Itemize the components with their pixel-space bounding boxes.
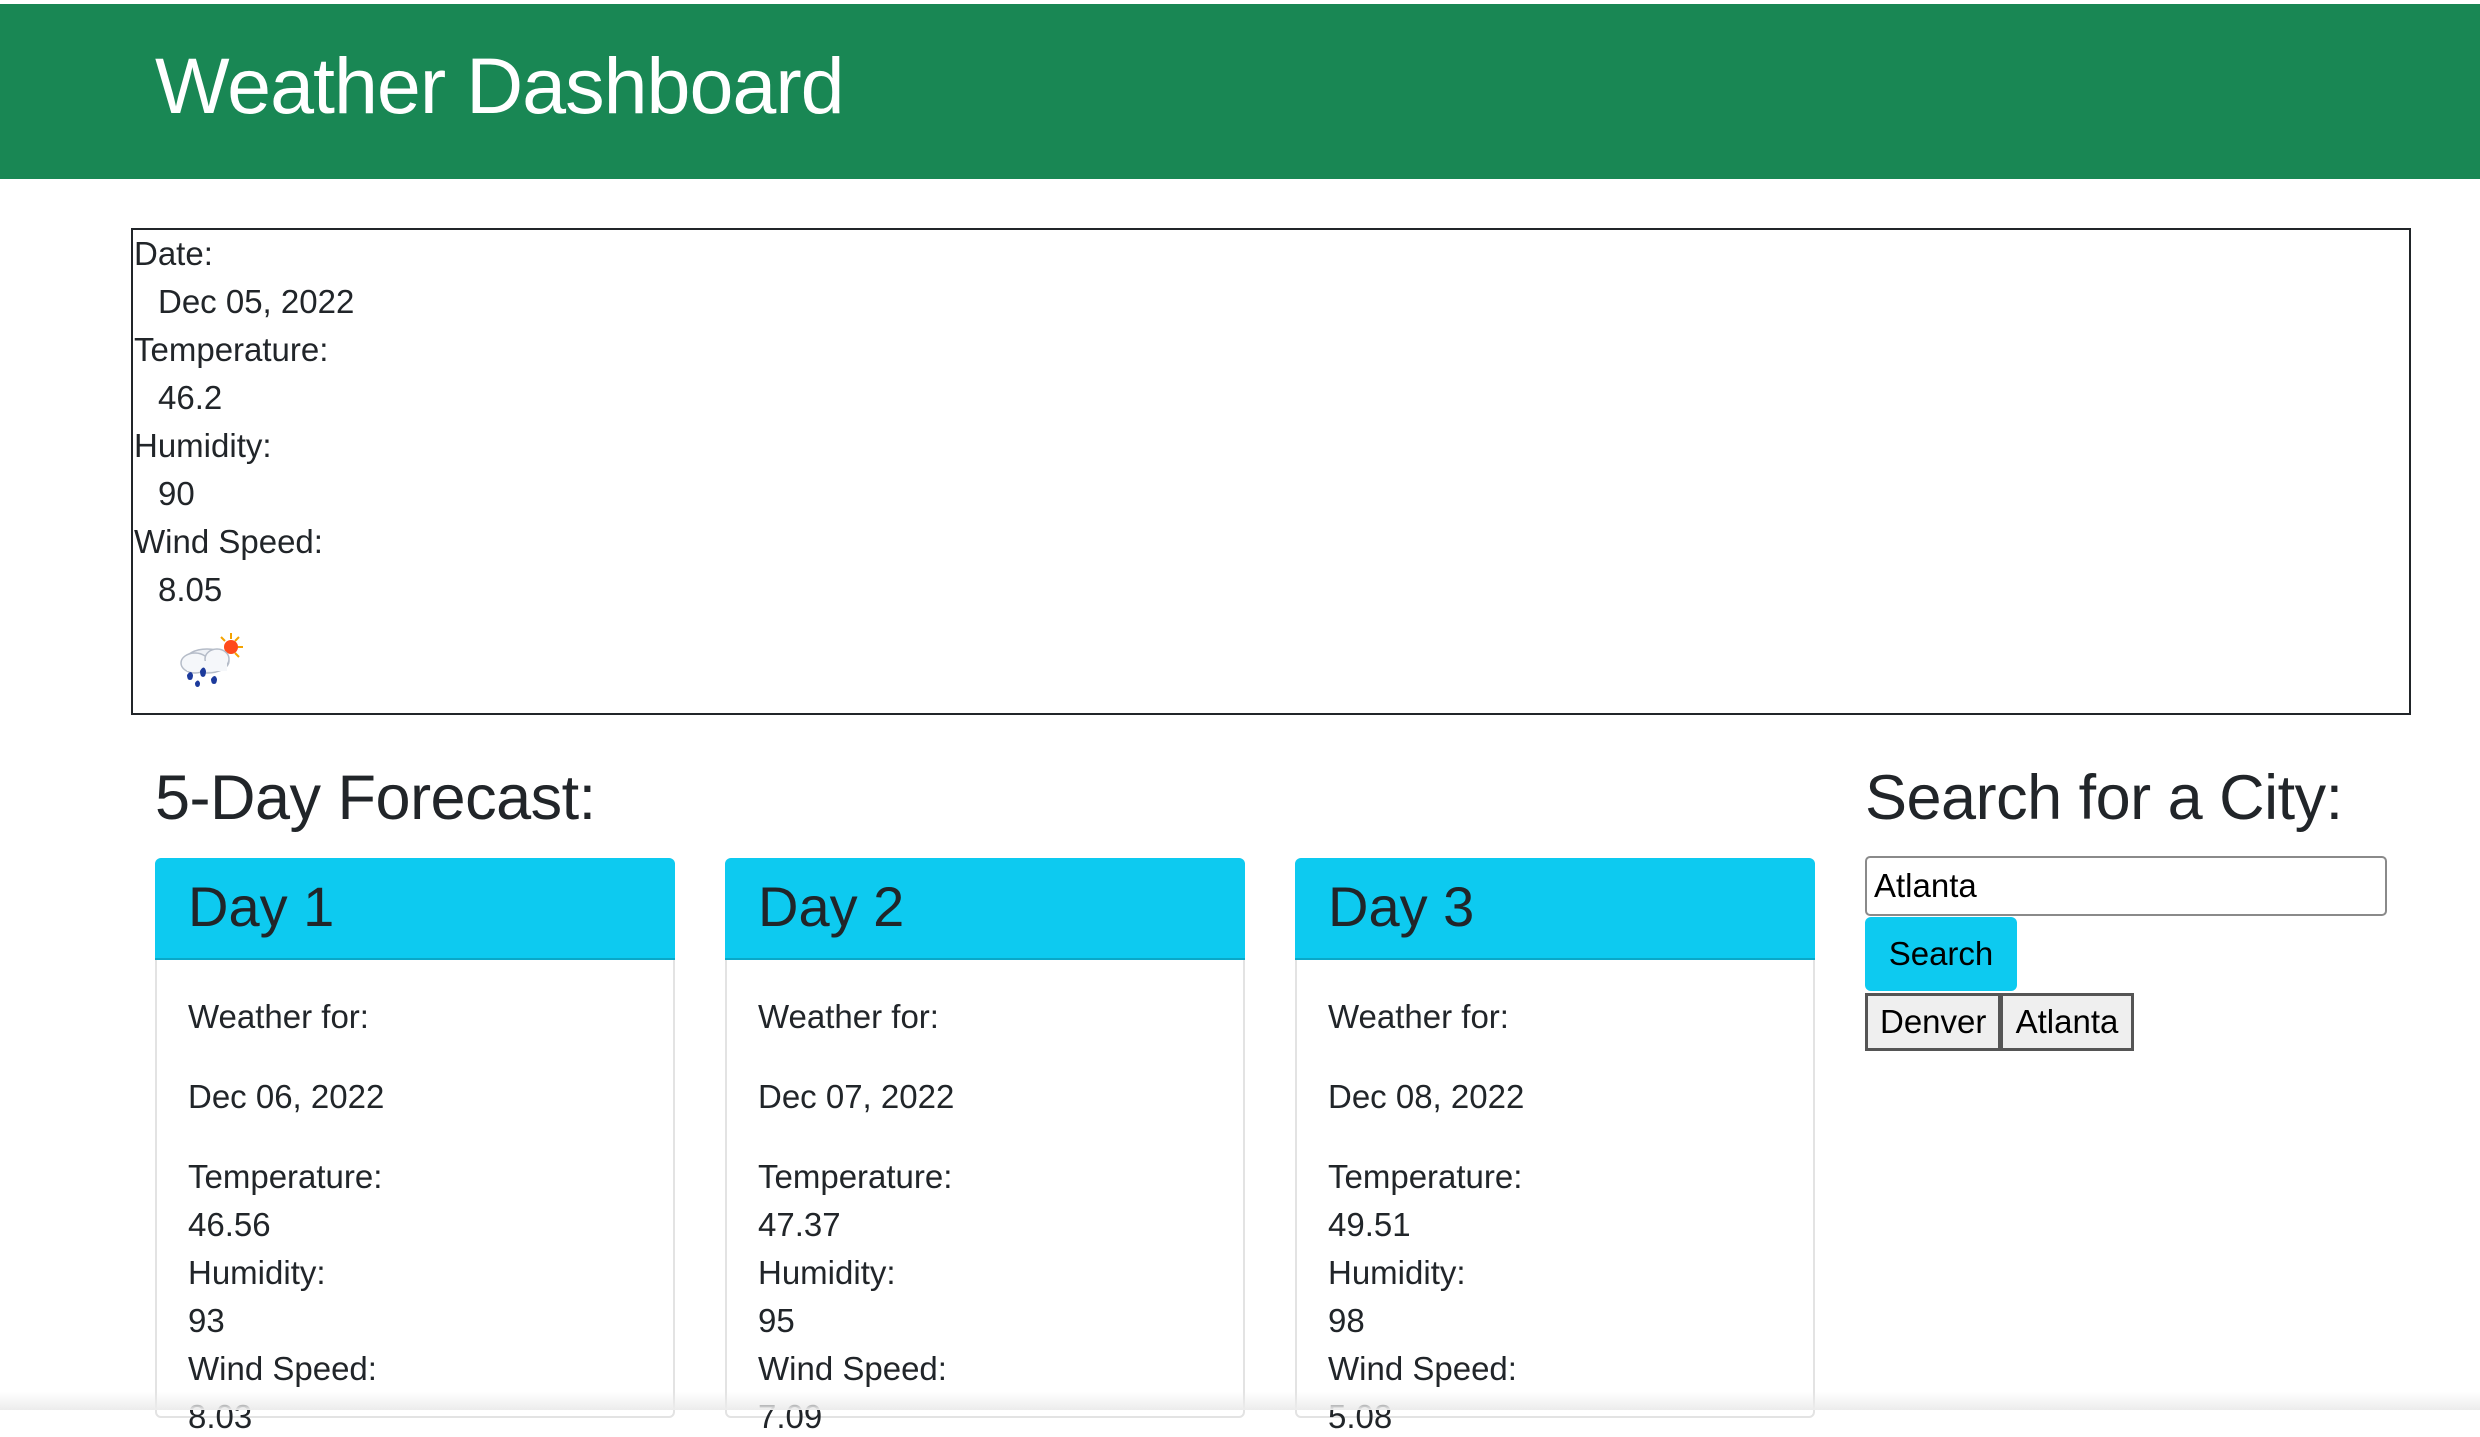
current-wind-value: 8.05 <box>158 571 223 608</box>
temperature-value: 47.37 <box>758 1206 841 1243</box>
wind-speed-label: Wind Speed: <box>1328 1350 1517 1387</box>
bottom-scroll-fade <box>0 1392 2480 1410</box>
weather-for-label: Weather for: <box>188 998 369 1035</box>
forecast-card-day-2: Day 2 Weather for: Dec 07, 2022 Temperat… <box>725 858 1245 1435</box>
temperature-label: Temperature: <box>758 1158 953 1195</box>
wind-speed-label: Wind Speed: <box>188 1350 377 1387</box>
forecast-day-title: Day 2 <box>758 875 905 938</box>
humidity-value: 95 <box>758 1302 795 1339</box>
weather-for-label: Weather for: <box>758 998 939 1035</box>
wind-speed-label: Wind Speed: <box>758 1350 947 1387</box>
temperature-value: 49.51 <box>1328 1206 1411 1243</box>
current-weather-panel: Date: Dec 05, 2022 Temperature: 46.2 Hum… <box>131 228 2411 715</box>
forecast-day-title: Day 1 <box>188 875 335 938</box>
forecast-card-day-1: Day 1 Weather for: Dec 06, 2022 Temperat… <box>155 858 675 1435</box>
search-button[interactable]: Search <box>1865 917 2017 991</box>
humidity-value: 93 <box>188 1302 225 1339</box>
page-title: Weather Dashboard <box>155 41 845 130</box>
forecast-date: Dec 07, 2022 <box>758 1078 955 1115</box>
humidity-label: Humidity: <box>758 1254 896 1291</box>
current-temperature-value: 46.2 <box>158 379 223 416</box>
forecast-date: Dec 08, 2022 <box>1328 1078 1525 1115</box>
current-date-label: Date: <box>134 235 213 272</box>
city-search-input[interactable] <box>1865 856 2387 916</box>
current-date-value: Dec 05, 2022 <box>158 283 355 320</box>
history-button-denver[interactable]: Denver <box>1865 993 2001 1051</box>
forecast-day-title: Day 3 <box>1328 875 1475 938</box>
humidity-label: Humidity: <box>188 1254 326 1291</box>
current-humidity-value: 90 <box>158 475 195 512</box>
forecast-title: 5-Day Forecast: <box>155 763 596 833</box>
page-header: Weather Dashboard <box>0 0 2480 179</box>
current-temperature-label: Temperature: <box>134 331 329 368</box>
humidity-label: Humidity: <box>1328 1254 1466 1291</box>
humidity-value: 98 <box>1328 1302 1365 1339</box>
forecast-card-header: Day 3 <box>1295 858 1815 960</box>
forecast-card-header: Day 2 <box>725 858 1245 960</box>
rain-cloud-sun-icon <box>173 631 245 695</box>
forecast-date: Dec 06, 2022 <box>188 1078 385 1115</box>
history-button-atlanta[interactable]: Atlanta <box>2000 993 2134 1051</box>
temperature-label: Temperature: <box>1328 1158 1523 1195</box>
current-humidity-label: Humidity: <box>134 427 272 464</box>
weather-for-label: Weather for: <box>1328 998 1509 1035</box>
temperature-value: 46.56 <box>188 1206 271 1243</box>
forecast-card-day-3: Day 3 Weather for: Dec 08, 2022 Temperat… <box>1295 858 1815 1435</box>
current-wind-label: Wind Speed: <box>134 523 323 560</box>
temperature-label: Temperature: <box>188 1158 383 1195</box>
forecast-card-header: Day 1 <box>155 858 675 960</box>
search-title: Search for a City: <box>1865 763 2343 833</box>
